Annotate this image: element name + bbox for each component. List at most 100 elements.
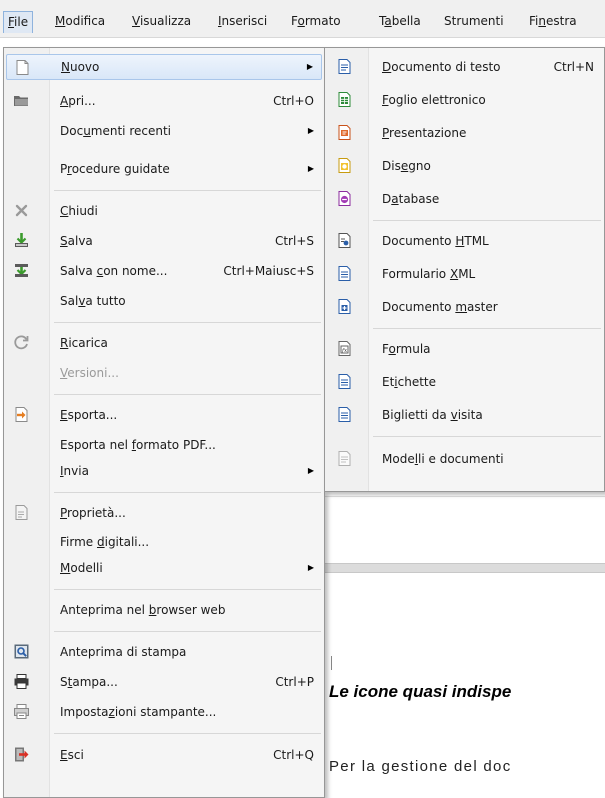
menu-item-procedure-guidate[interactable]: Procedure guidate ▶ — [6, 156, 322, 182]
menu-modifica[interactable]: Modifica — [50, 11, 110, 33]
menu-item-formula[interactable]: fx Formula — [327, 336, 602, 362]
menu-label: Etichette — [382, 375, 437, 389]
business-cards-icon — [338, 407, 351, 422]
menu-item-apri[interactable]: Apri... Ctrl+O — [6, 88, 322, 114]
submenu-arrow-icon: ▶ — [307, 466, 314, 475]
menu-label: Documento master — [382, 300, 498, 314]
menu-item-salva[interactable]: Salva Ctrl+S — [6, 228, 322, 254]
menu-item-esci[interactable]: Esci Ctrl+Q — [6, 742, 322, 768]
menu-item-modelli[interactable]: Modelli ▶ — [6, 555, 322, 581]
menu-label: Versioni... — [60, 366, 119, 380]
menu-separator — [54, 322, 321, 323]
menu-label: Modelli — [60, 561, 103, 575]
menu-item-database[interactable]: Database — [327, 186, 602, 212]
menu-separator — [54, 394, 321, 395]
menu-item-nuovo[interactable]: Nuovo ▶ — [6, 54, 322, 80]
menu-item-salva-tutto[interactable]: Salva tutto — [6, 288, 322, 314]
drawing-icon — [338, 158, 351, 173]
menu-item-foglio-elettronico[interactable]: Foglio elettronico — [327, 87, 602, 113]
menu-item-invia[interactable]: Invia ▶ — [6, 458, 322, 484]
menu-label: Formula — [382, 342, 431, 356]
menu-label: Salva — [60, 234, 93, 248]
menu-item-documento-master[interactable]: Documento master — [327, 294, 602, 320]
menu-item-esporta[interactable]: Esporta... — [6, 402, 322, 428]
menu-item-disegno[interactable]: Disegno — [327, 153, 602, 179]
nuovo-submenu: Documento di testo Ctrl+N Foglio elettro… — [324, 47, 605, 492]
new-document-icon — [16, 60, 29, 75]
document-heading: Le icone quasi indispe — [329, 682, 512, 701]
menu-separator — [373, 220, 601, 221]
shortcut-label: Ctrl+N — [553, 60, 594, 74]
menu-tabella[interactable]: Tabella — [374, 11, 426, 33]
properties-icon — [15, 505, 28, 520]
print-preview-icon — [14, 644, 29, 659]
menu-label: Salva tutto — [60, 294, 126, 308]
formula-icon: fx — [338, 341, 351, 356]
menu-separator — [54, 589, 321, 590]
menu-label: Documento HTML — [382, 234, 489, 248]
menu-label: Formulario XML — [382, 267, 476, 281]
menu-label: Esci — [60, 748, 84, 762]
document-margin — [325, 496, 605, 564]
submenu-arrow-icon: ▶ — [307, 164, 314, 173]
menu-label: Presentazione — [382, 126, 467, 140]
menu-item-impostazioni-stampante[interactable]: Impostazioni stampante... — [6, 699, 322, 725]
submenu-arrow-icon: ▶ — [306, 62, 313, 71]
close-icon — [15, 204, 28, 217]
menu-item-firme-digitali[interactable]: Firme digitali... — [6, 529, 322, 555]
menu-item-documento-html[interactable]: Documento HTML — [327, 228, 602, 254]
menu-item-documento-testo[interactable]: Documento di testo Ctrl+N — [327, 54, 602, 80]
menu-bar: File Modifica Visualizza Inserisci Forma… — [0, 0, 605, 38]
open-folder-icon — [14, 96, 28, 106]
menu-item-ricarica[interactable]: Ricarica — [6, 330, 322, 356]
menu-label: Disegno — [382, 159, 431, 173]
menu-item-modelli-documenti[interactable]: Modelli e documenti — [327, 446, 602, 472]
save-as-icon — [15, 264, 28, 277]
document-body-text: Per la gestione del doc — [329, 758, 512, 775]
menu-item-stampa[interactable]: Stampa... Ctrl+P — [6, 669, 322, 695]
html-document-icon — [338, 233, 351, 248]
menu-separator — [54, 492, 321, 493]
menu-item-proprieta[interactable]: Proprietà... — [6, 500, 322, 526]
menu-item-biglietti-visita[interactable]: Biglietti da visita — [327, 402, 602, 428]
menu-item-anteprima-stampa[interactable]: Anteprima di stampa — [6, 639, 322, 665]
menu-strumenti[interactable]: Strumenti — [439, 11, 509, 33]
menu-finestra[interactable]: Finestra — [524, 11, 582, 33]
menu-label: Ricarica — [60, 336, 108, 350]
printer-settings-icon — [14, 704, 29, 719]
menu-label: Proprietà... — [60, 506, 126, 520]
menu-formato[interactable]: Formato — [286, 11, 346, 33]
templates-icon — [338, 451, 351, 466]
menu-item-chiudi[interactable]: Chiudi — [6, 198, 322, 224]
menu-label: Impostazioni stampante... — [60, 705, 217, 719]
shortcut-label: Ctrl+Q — [273, 748, 314, 762]
shortcut-label: Ctrl+O — [273, 94, 314, 108]
menu-label: Esporta nel formato PDF... — [60, 438, 216, 452]
menu-item-anteprima-browser[interactable]: Anteprima nel browser web — [6, 597, 322, 623]
menu-label: Procedure guidate — [60, 162, 170, 176]
printer-icon — [14, 674, 29, 689]
menu-item-esporta-pdf[interactable]: Esporta nel formato PDF... — [6, 432, 322, 458]
menu-item-salva-con-nome[interactable]: Salva con nome... Ctrl+Maiusc+S — [6, 258, 322, 284]
svg-text:fx: fx — [341, 348, 348, 354]
menu-item-formulario-xml[interactable]: Formulario XML — [327, 261, 602, 287]
menu-item-versioni[interactable]: Versioni... — [6, 360, 322, 386]
reload-icon — [14, 335, 29, 350]
menu-item-etichette[interactable]: Etichette — [327, 369, 602, 395]
text-cursor — [331, 656, 332, 670]
menu-item-documenti-recenti[interactable]: Documenti recenti ▶ — [6, 118, 322, 144]
menu-inserisci[interactable]: Inserisci — [213, 11, 272, 33]
spreadsheet-icon — [338, 92, 351, 107]
menu-label: Firme digitali... — [60, 535, 150, 549]
menu-label: Anteprima nel browser web — [60, 603, 226, 617]
menu-label: Apri... — [60, 94, 96, 108]
menu-label: Chiudi — [60, 204, 98, 218]
menu-item-presentazione[interactable]: Presentazione — [327, 120, 602, 146]
menu-label: Nuovo — [61, 60, 100, 74]
menu-visualizza[interactable]: Visualizza — [127, 11, 196, 33]
menu-label: Documenti recenti — [60, 124, 172, 138]
menu-label: Stampa... — [60, 675, 118, 689]
labels-icon — [338, 374, 351, 389]
export-icon — [15, 407, 28, 422]
menu-file[interactable]: File — [3, 11, 34, 33]
